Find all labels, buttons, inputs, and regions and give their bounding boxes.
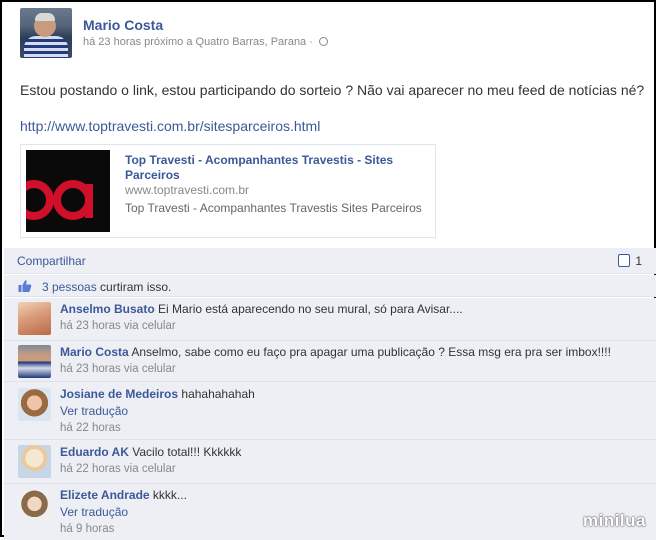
comment-author[interactable]: Mario Costa xyxy=(60,345,129,359)
comment-item: Elizete Andrade kkkk... Ver tradução há … xyxy=(4,484,656,540)
link-preview-title[interactable]: Top Travesti - Acompanhantes Travestis -… xyxy=(125,153,425,183)
comment-count[interactable]: 1 xyxy=(635,254,642,268)
thumbs-up-icon xyxy=(18,280,32,292)
link-preview-thumbnail[interactable] xyxy=(26,150,110,232)
commenter-avatar[interactable] xyxy=(18,445,51,478)
comment-item: Eduardo AK Vacilo total!!! Kkkkkk há 22 … xyxy=(4,440,656,484)
comment-author[interactable]: Josiane de Medeiros xyxy=(60,387,178,401)
link-preview-description: Top Travesti - Acompanhantes Travestis S… xyxy=(125,201,422,215)
commenter-avatar[interactable] xyxy=(18,490,51,523)
comment-item: Josiane de Medeiros hahahahahah Ver trad… xyxy=(4,382,656,440)
post-text: Estou postando o link, estou participand… xyxy=(20,82,645,98)
comment-item: Anselmo Busato Ei Mario está aparecendo … xyxy=(4,298,656,341)
commenter-avatar[interactable] xyxy=(18,302,51,335)
oa-logo-icon xyxy=(26,180,93,220)
comment-author[interactable]: Elizete Andrade xyxy=(60,488,150,502)
comment-author[interactable]: Anselmo Busato xyxy=(60,302,155,316)
post-link[interactable]: http://www.toptravesti.com.br/sitesparce… xyxy=(20,118,320,134)
comment-list: Anselmo Busato Ei Mario está aparecendo … xyxy=(4,298,656,540)
translate-link[interactable]: Ver tradução xyxy=(60,504,187,521)
author-avatar[interactable] xyxy=(20,8,72,58)
comment-meta[interactable]: há 23 horas via celular xyxy=(60,318,463,335)
post-meta: há 23 horas próximo a Quatro Barras, Par… xyxy=(83,36,328,48)
comment-text: hahahahahah xyxy=(181,387,255,401)
comment-meta[interactable]: há 9 horas xyxy=(60,521,187,538)
comment-meta[interactable]: há 22 horas via celular xyxy=(60,461,241,478)
action-bar: Compartilhar 1 xyxy=(4,248,656,274)
comment-text: Ei Mario está aparecendo no seu mural, s… xyxy=(158,302,463,316)
comment-icon[interactable] xyxy=(618,254,630,267)
comment-text: Vacilo total!!! Kkkkkk xyxy=(132,445,242,459)
share-button[interactable]: Compartilhar xyxy=(17,254,86,268)
likes-count-link[interactable]: 3 pessoas xyxy=(42,280,97,294)
comment-text: Anselmo, sabe como eu faço pra apagar um… xyxy=(131,345,611,359)
post-meta-text: há 23 horas próximo a Quatro Barras, Par… xyxy=(83,36,313,48)
link-preview-domain: www.toptravesti.com.br xyxy=(125,183,250,197)
commenter-avatar[interactable] xyxy=(18,388,51,421)
post-header: Mario Costa há 23 horas próximo a Quatro… xyxy=(20,8,640,60)
link-preview[interactable]: Top Travesti - Acompanhantes Travestis -… xyxy=(20,144,436,238)
comment-item: Mario Costa Anselmo, sabe como eu faço p… xyxy=(4,341,656,382)
globe-icon[interactable] xyxy=(318,37,328,46)
likes-row: 3 pessoas curtiram isso. xyxy=(4,275,656,297)
comment-meta[interactable]: há 22 horas xyxy=(60,420,255,437)
comment-text: kkkk... xyxy=(152,488,187,502)
commenter-avatar[interactable] xyxy=(18,345,51,378)
comment-meta[interactable]: há 23 horas via celular xyxy=(60,361,611,378)
likes-suffix: curtiram isso. xyxy=(96,280,172,294)
post-author-name[interactable]: Mario Costa xyxy=(83,17,163,33)
translate-link[interactable]: Ver tradução xyxy=(60,403,255,420)
comment-author[interactable]: Eduardo AK xyxy=(60,445,129,459)
watermark: minilua xyxy=(582,511,646,530)
likes-text: 3 pessoas curtiram isso. xyxy=(42,280,171,294)
post-frame: Mario Costa há 23 horas próximo a Quatro… xyxy=(0,0,656,540)
